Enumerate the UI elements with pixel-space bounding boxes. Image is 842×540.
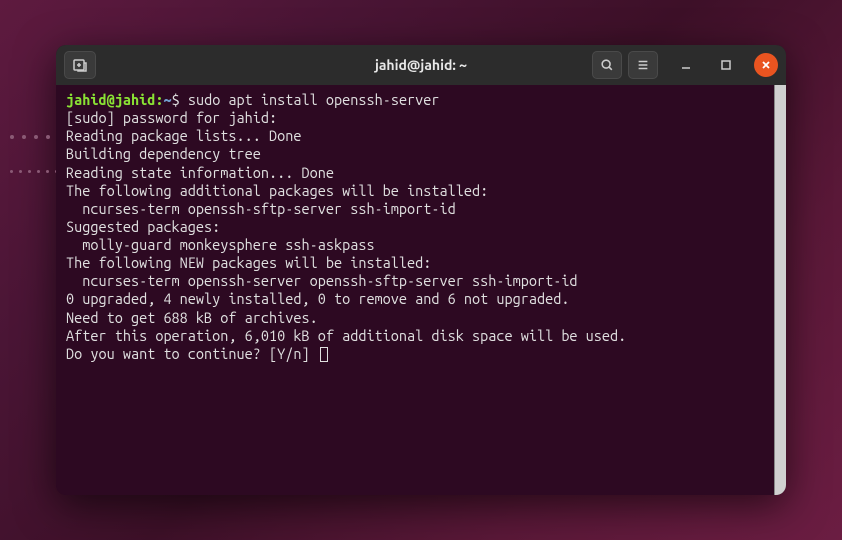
output-line: The following additional packages will b… <box>66 182 776 200</box>
search-button[interactable] <box>592 51 622 79</box>
desktop-decoration <box>10 135 62 139</box>
output-line: Building dependency tree <box>66 145 776 163</box>
output-line: ncurses-term openssh-server openssh-sftp… <box>66 272 776 290</box>
minimize-button[interactable] <box>674 53 698 77</box>
desktop-decoration <box>10 170 58 173</box>
output-line: Need to get 688 kB of archives. <box>66 309 776 327</box>
terminal-body[interactable]: jahid@jahid:~$ sudo apt install openssh-… <box>56 85 786 495</box>
output-line: Suggested packages: <box>66 218 776 236</box>
output-line: After this operation, 6,010 kB of additi… <box>66 327 776 345</box>
minimize-icon <box>680 59 692 71</box>
new-tab-button[interactable] <box>64 51 96 79</box>
window-title: jahid@jahid: ~ <box>375 57 467 73</box>
close-icon <box>761 60 771 70</box>
output-line: [sudo] password for jahid: <box>66 109 776 127</box>
prompt-symbol: $ <box>172 91 180 108</box>
prompt-path: ~ <box>163 91 171 108</box>
output-line: molly-guard monkeysphere ssh-askpass <box>66 236 776 254</box>
new-tab-icon <box>72 57 88 73</box>
terminal-window: jahid@jahid: ~ <box>56 45 786 495</box>
menu-button[interactable] <box>628 51 658 79</box>
close-button[interactable] <box>754 53 778 77</box>
search-icon <box>600 58 614 72</box>
titlebar[interactable]: jahid@jahid: ~ <box>56 45 786 85</box>
cursor <box>320 347 328 362</box>
output-line: Reading state information... Done <box>66 164 776 182</box>
hamburger-icon <box>636 58 650 72</box>
prompt-user-host: jahid@jahid <box>66 91 155 108</box>
prompt-line: jahid@jahid:~$ sudo apt install openssh-… <box>66 91 776 109</box>
output-line: The following NEW packages will be insta… <box>66 254 776 272</box>
scrollbar[interactable] <box>774 85 786 495</box>
maximize-icon <box>720 59 732 71</box>
command-text: sudo apt install openssh-server <box>188 91 440 108</box>
output-line: 0 upgraded, 4 newly installed, 0 to remo… <box>66 290 776 308</box>
maximize-button[interactable] <box>714 53 738 77</box>
output-line: Reading package lists... Done <box>66 127 776 145</box>
output-line: ncurses-term openssh-sftp-server ssh-imp… <box>66 200 776 218</box>
output-line: Do you want to continue? [Y/n] <box>66 345 776 363</box>
